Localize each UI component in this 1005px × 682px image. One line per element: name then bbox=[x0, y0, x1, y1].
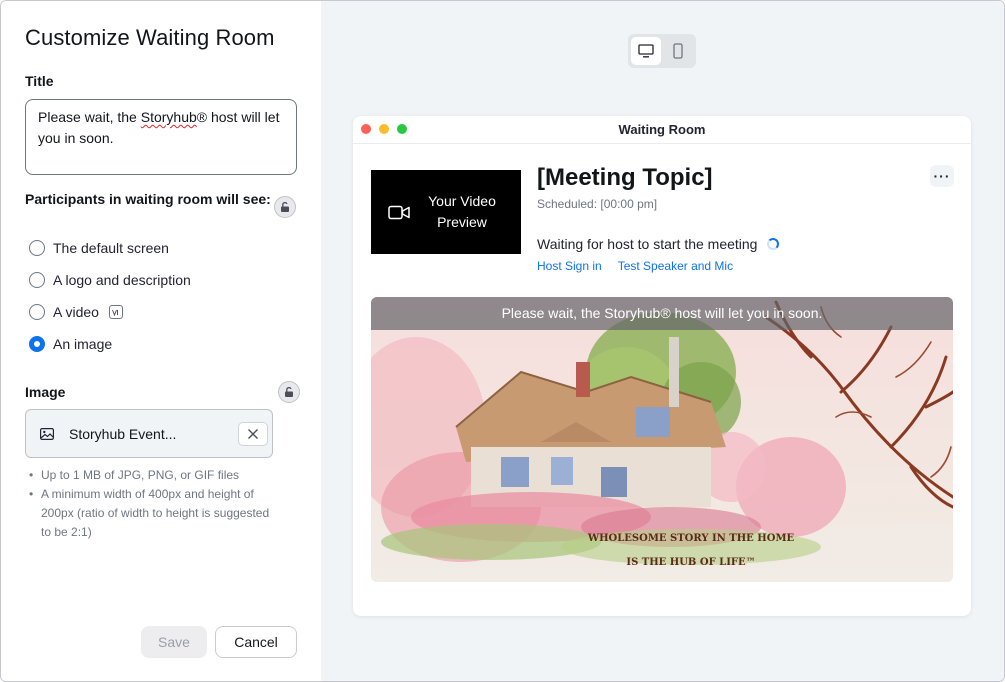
preview-links: Host Sign in Test Speaker and Mic bbox=[537, 259, 733, 273]
file-name: Storyhub Event... bbox=[69, 425, 177, 442]
preview-panel: Waiting Room Your Video Preview [Meeting… bbox=[321, 1, 1004, 681]
title-textarea[interactable]: Please wait, the Storyhub® host will let… bbox=[25, 99, 297, 175]
radio-button[interactable] bbox=[29, 272, 45, 288]
lock-icon[interactable] bbox=[274, 196, 296, 218]
radio-image[interactable]: An image bbox=[29, 334, 112, 354]
image-section-label: Image bbox=[25, 384, 66, 400]
hint-item: Up to 1 MB of JPG, PNG, or GIF files bbox=[29, 466, 279, 485]
lock-icon[interactable] bbox=[278, 381, 300, 403]
uploaded-file: Storyhub Event... bbox=[25, 409, 273, 458]
close-icon bbox=[248, 429, 258, 439]
radio-video[interactable]: A video bbox=[29, 302, 123, 322]
mobile-icon bbox=[673, 43, 683, 59]
radio-logo-description[interactable]: A logo and description bbox=[29, 270, 191, 290]
radio-label: A logo and description bbox=[53, 272, 191, 288]
save-button[interactable]: Save bbox=[141, 626, 207, 658]
remove-file-button[interactable] bbox=[238, 422, 268, 446]
hint-item: A minimum width of 400px and height of 2… bbox=[29, 485, 279, 542]
upload-hints: Up to 1 MB of JPG, PNG, or GIF files A m… bbox=[29, 466, 279, 542]
radio-button[interactable] bbox=[29, 304, 45, 320]
waiting-status: Waiting for host to start the meeting bbox=[537, 236, 780, 252]
image-icon bbox=[40, 427, 54, 440]
device-toggle bbox=[628, 34, 696, 68]
window-titlebar: Waiting Room bbox=[353, 116, 971, 144]
dialog-frame: Customize Waiting Room Title Please wait… bbox=[0, 0, 1005, 682]
loading-spinner-icon bbox=[767, 238, 780, 250]
scheduled-time: Scheduled: [00:00 pm] bbox=[537, 197, 658, 211]
radio-button[interactable] bbox=[29, 240, 45, 256]
title-section-label: Title bbox=[25, 73, 54, 89]
cottage-painting: WHOLESOME STORY IN THE HOME IS THE HUB O… bbox=[371, 297, 953, 582]
cancel-button[interactable]: Cancel bbox=[215, 626, 297, 658]
radio-label: A video bbox=[53, 304, 99, 320]
participants-label: Participants in waiting room will see: bbox=[25, 191, 271, 207]
test-speaker-link[interactable]: Test Speaker and Mic bbox=[618, 259, 733, 273]
radio-button-checked[interactable] bbox=[29, 336, 45, 352]
settings-panel: Customize Waiting Room Title Please wait… bbox=[1, 1, 321, 681]
waiting-text: Waiting for host to start the meeting bbox=[537, 236, 758, 252]
painting-caption-line2: IS THE HUB OF LIFE™ bbox=[626, 557, 755, 568]
desktop-view-button[interactable] bbox=[631, 37, 661, 65]
image-banner-text: Please wait, the Storyhub® host will let… bbox=[371, 297, 953, 330]
waiting-room-window: Waiting Room Your Video Preview [Meeting… bbox=[353, 116, 971, 616]
meeting-topic: [Meeting Topic] bbox=[537, 164, 713, 191]
video-badge-icon bbox=[108, 305, 123, 319]
waiting-room-image: Please wait, the Storyhub® host will let… bbox=[371, 297, 953, 582]
radio-label: An image bbox=[53, 336, 113, 352]
mobile-view-button[interactable] bbox=[663, 37, 693, 65]
radio-label: The default screen bbox=[53, 240, 169, 256]
painting-caption-line1: WHOLESOME STORY IN THE HOME bbox=[587, 533, 795, 544]
camera-icon bbox=[388, 205, 410, 219]
radio-default-screen[interactable]: The default screen bbox=[29, 238, 169, 258]
more-options-button[interactable]: ··· bbox=[930, 165, 954, 187]
video-preview-label: Your Video Preview bbox=[428, 193, 496, 230]
misspelled-word: Storyhub bbox=[140, 109, 197, 125]
desktop-icon bbox=[638, 44, 654, 58]
window-title: Waiting Room bbox=[618, 122, 706, 137]
host-sign-in-link[interactable]: Host Sign in bbox=[537, 259, 602, 273]
page-title: Customize Waiting Room bbox=[25, 25, 275, 50]
video-preview: Your Video Preview bbox=[371, 170, 521, 254]
